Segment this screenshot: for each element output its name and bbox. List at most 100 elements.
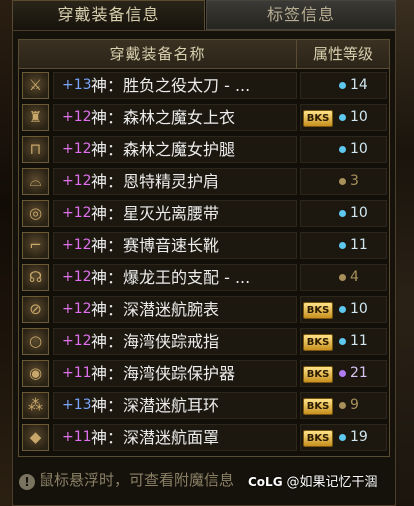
rarity-dot-icon xyxy=(339,82,346,89)
attribute-level-cell: 4 xyxy=(300,264,387,291)
rarity-dot-icon xyxy=(339,178,346,185)
attribute-level-cell: BKS 9 xyxy=(300,392,387,419)
attribute-level-cell: BKS 21 xyxy=(300,360,387,387)
attribute-level-cell: 10 xyxy=(300,200,387,227)
table-row[interactable]: ⁂ +13 神：深潜迷航耳环 BKS 9 xyxy=(22,391,387,420)
rarity-dot-icon xyxy=(339,306,346,313)
equipment-name: 神：爆龙王的支配 - ... xyxy=(91,268,251,287)
equipment-name-cell: +12 神：深潜迷航腕表 xyxy=(53,296,297,323)
equipment-name-cell: +12 神：星灭光离腰带 xyxy=(53,200,297,227)
upgrade-level: +12 xyxy=(62,333,92,349)
attribute-level: 19 xyxy=(350,429,368,445)
equipment-name-cell: +12 神：赛博音速长靴 xyxy=(53,232,297,259)
equipment-panel: 穿戴装备名称 属性等级 ⚔ +13 神：胜负之役太刀 - ... 14 ♜ +12 神：森林… xyxy=(12,30,396,506)
equipment-name-cell: +12 神：森林之魔女护腿 xyxy=(53,136,297,163)
attribute-level-cell: 10 xyxy=(300,136,387,163)
equipment-name: 神：胜负之役太刀 - ... xyxy=(91,76,251,95)
attribute-level-cell: 3 xyxy=(300,168,387,195)
equipment-name: 神：海湾侠踪戒指 xyxy=(91,332,220,351)
attribute-level: 3 xyxy=(350,173,359,189)
tab-tag-info[interactable]: 标签信息 xyxy=(206,0,396,30)
set-badge-icon: BKS xyxy=(303,110,333,127)
rarity-dot-icon xyxy=(339,434,346,441)
equipment-name: 神：深潜迷航耳环 xyxy=(91,396,220,415)
table-row[interactable]: ○ +12 神：海湾侠踪戒指 BKS 11 xyxy=(22,327,387,356)
shoulder-icon: ⌓ xyxy=(22,168,49,195)
attribute-level: 21 xyxy=(350,365,368,381)
upgrade-level: +12 xyxy=(62,173,92,189)
upgrade-level: +12 xyxy=(62,237,92,253)
colg-logo: CoLG xyxy=(248,475,283,489)
tab-worn-equipment[interactable]: 穿戴装备信息 xyxy=(12,0,205,30)
rarity-dot-icon xyxy=(339,274,346,281)
rarity-dot-icon xyxy=(339,146,346,153)
attribute-level-cell: 14 xyxy=(300,72,387,99)
equipment-name: 神：海湾侠踪保护器 xyxy=(91,364,236,383)
watermark: CoLG @如果记忆干涸 xyxy=(248,470,414,494)
attribute-level: 11 xyxy=(350,333,368,349)
set-badge-icon: BKS xyxy=(303,430,333,447)
equipment-name-cell: +13 神：深潜迷航耳环 xyxy=(53,392,297,419)
equipment-name: 神：深潜迷航腕表 xyxy=(91,300,220,319)
table-row[interactable]: ◎ +12 神：星灭光离腰带 10 xyxy=(22,199,387,228)
rarity-dot-icon xyxy=(339,242,346,249)
attribute-level: 14 xyxy=(350,77,368,93)
mask-icon: ◆ xyxy=(22,424,49,451)
ring-icon: ○ xyxy=(22,328,49,355)
hover-hint-text: 鼠标悬浮时，可查看附魔信息 xyxy=(39,471,235,489)
set-badge-icon: BKS xyxy=(303,334,333,351)
upgrade-level: +12 xyxy=(62,301,92,317)
equipment-name: 神：恩特精灵护肩 xyxy=(91,172,220,191)
table-row[interactable]: ◉ +11 神：海湾侠踪保护器 BKS 21 xyxy=(22,359,387,388)
rarity-dot-icon xyxy=(339,114,346,121)
upgrade-level: +12 xyxy=(62,269,92,285)
equipment-name-cell: +13 神：胜负之役太刀 - ... xyxy=(53,72,297,99)
table-row[interactable]: ♜ +12 神：森林之魔女上衣 BKS 10 xyxy=(22,103,387,132)
column-header-level: 属性等级 xyxy=(312,45,373,63)
equipment-name: 神：深潜迷航面罩 xyxy=(91,428,220,447)
pants-icon: ⊓ xyxy=(22,136,49,163)
table-row[interactable]: ☊ +12 神：爆龙王的支配 - ... 4 xyxy=(22,263,387,292)
tab-bar: 穿戴装备信息 标签信息 xyxy=(12,0,396,30)
column-header-name: 穿戴装备名称 xyxy=(19,40,297,68)
attribute-level-cell: 11 xyxy=(300,232,387,259)
equipment-name: 神：星灭光离腰带 xyxy=(91,204,220,223)
table-row[interactable]: ⌓ +12 神：恩特精灵护肩 3 xyxy=(22,167,387,196)
upgrade-level: +12 xyxy=(62,109,92,125)
attribute-level: 9 xyxy=(350,397,359,413)
table-row[interactable]: ◆ +11 神：深潜迷航面罩 BKS 19 xyxy=(22,423,387,452)
upgrade-level: +12 xyxy=(62,205,92,221)
table-row[interactable]: ⊓ +12 神：森林之魔女护腿 10 xyxy=(22,135,387,164)
upgrade-level: +13 xyxy=(62,77,92,93)
necklace-icon: ☊ xyxy=(22,264,49,291)
equipment-name-cell: +12 神：爆龙王的支配 - ... xyxy=(53,264,297,291)
attribute-level: 4 xyxy=(350,269,359,285)
table-row[interactable]: ⚔ +13 神：胜负之役太刀 - ... 14 xyxy=(22,71,387,100)
rarity-dot-icon xyxy=(339,370,346,377)
equipment-name: 神：森林之魔女护腿 xyxy=(91,140,236,159)
earring-icon: ⁂ xyxy=(22,392,49,419)
equipment-name-cell: +12 神：森林之魔女上衣 xyxy=(53,104,297,131)
attribute-level-cell: BKS 10 xyxy=(300,296,387,323)
rarity-dot-icon xyxy=(339,402,346,409)
background-right-edge xyxy=(396,0,414,506)
upgrade-level: +11 xyxy=(62,429,92,445)
equipment-name-cell: +11 神：海湾侠踪保护器 xyxy=(53,360,297,387)
attribute-level: 11 xyxy=(350,237,368,253)
table-row[interactable]: ⌐ +12 神：赛博音速长靴 11 xyxy=(22,231,387,260)
set-badge-icon: BKS xyxy=(303,366,333,383)
top-icon: ♜ xyxy=(22,104,49,131)
support-icon: ◉ xyxy=(22,360,49,387)
table-row[interactable]: ⊘ +12 神：深潜迷航腕表 BKS 10 xyxy=(22,295,387,324)
weapon-icon: ⚔ xyxy=(22,72,49,99)
info-icon: ! xyxy=(19,474,35,490)
attribute-level: 10 xyxy=(350,301,368,317)
attribute-level: 10 xyxy=(350,141,368,157)
attribute-level: 10 xyxy=(350,109,368,125)
boots-icon: ⌐ xyxy=(22,232,49,259)
equipment-name-cell: +12 神：恩特精灵护肩 xyxy=(53,168,297,195)
bracelet-icon: ⊘ xyxy=(22,296,49,323)
upgrade-level: +13 xyxy=(62,397,92,413)
attribute-level-cell: BKS 19 xyxy=(300,424,387,451)
equipment-name: 神：森林之魔女上衣 xyxy=(91,108,236,127)
